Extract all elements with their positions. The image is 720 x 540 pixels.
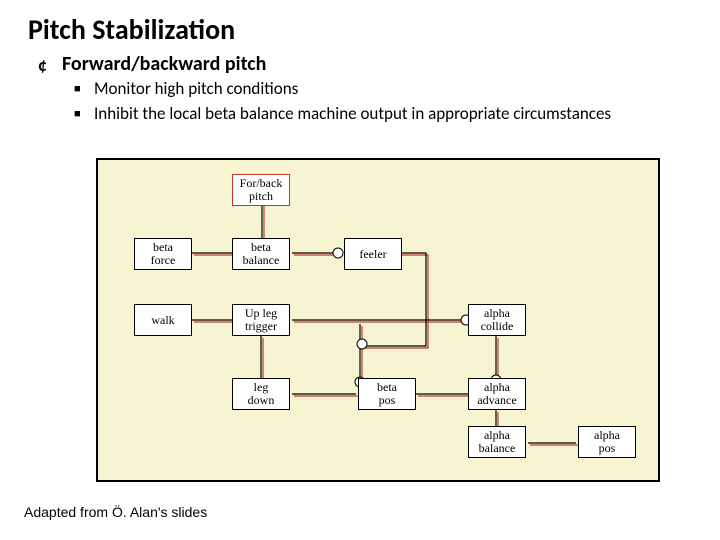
bullet-item: ■ Monitor high pitch conditions xyxy=(94,78,611,101)
node-leg-down: legdown xyxy=(232,378,290,410)
node-beta-pos: betapos xyxy=(358,378,416,410)
node-feeler: feeler xyxy=(344,238,402,270)
node-for-back-pitch: For/backpitch xyxy=(232,174,290,206)
node-alpha-balance: alphabalance xyxy=(468,426,526,458)
node-up-leg-trigger: Up legtrigger xyxy=(232,304,290,336)
bullet-list: ■ Monitor high pitch conditions ■ Inhibi… xyxy=(94,78,611,128)
node-alpha-pos: alphapos xyxy=(578,426,636,458)
node-walk: walk xyxy=(134,304,192,336)
square-bullet-icon: ■ xyxy=(74,82,81,97)
square-bullet-icon: ■ xyxy=(74,107,81,122)
block-diagram: For/backpitch betaforce betabalance feel… xyxy=(96,158,660,482)
slide: Pitch Stabilization ¢ Forward/backward p… xyxy=(0,0,720,540)
credit-text: Adapted from Ö. Alan's slides xyxy=(24,504,207,520)
bullet-item: ■ Inhibit the local beta balance machine… xyxy=(94,103,611,126)
node-beta-balance: betabalance xyxy=(232,238,290,270)
node-alpha-collide: alphacollide xyxy=(468,304,526,336)
bullet-circle-icon: ¢ xyxy=(38,54,47,76)
bullet-text: Monitor high pitch conditions xyxy=(94,78,298,99)
slide-title: Pitch Stabilization xyxy=(28,12,235,47)
subheading: ¢ Forward/backward pitch xyxy=(62,52,266,76)
node-beta-force: betaforce xyxy=(134,238,192,270)
bullet-text: Inhibit the local beta balance machine o… xyxy=(94,103,611,124)
subheading-text: Forward/backward pitch xyxy=(62,52,266,76)
node-alpha-advance: alphaadvance xyxy=(468,378,526,410)
